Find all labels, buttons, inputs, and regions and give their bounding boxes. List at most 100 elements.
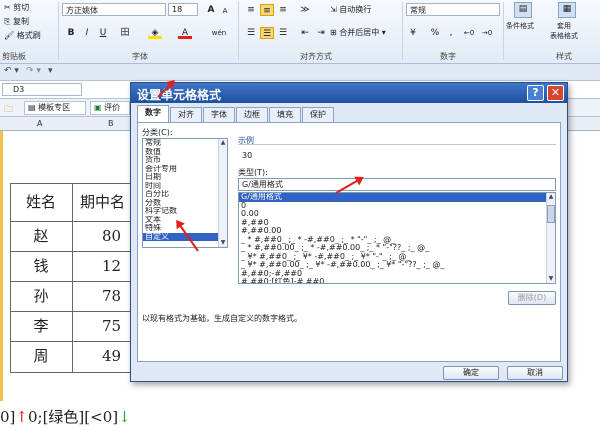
category-item[interactable]: 会计专用 bbox=[143, 165, 227, 174]
cut-button[interactable]: ✂ 剪切 bbox=[4, 2, 29, 13]
review-tab[interactable]: ▣ 评价 bbox=[90, 101, 130, 115]
align-top-icon[interactable]: ≡ bbox=[244, 4, 258, 16]
fill-color-icon[interactable]: ◈ bbox=[148, 27, 162, 39]
underline-icon[interactable]: U bbox=[96, 27, 110, 39]
merge-center-button[interactable]: ⊞ 合并后居中 ▾ bbox=[330, 27, 386, 38]
category-item[interactable]: 科学记数 bbox=[143, 207, 227, 216]
border-icon[interactable]: 田 bbox=[118, 27, 132, 39]
type-item[interactable]: 0.00 bbox=[239, 210, 555, 219]
decrease-indent-icon[interactable]: ⇤ bbox=[298, 27, 312, 39]
type-item[interactable]: _ ¥* #,##0.00_ ;_ ¥* -#,##0.00_ ;_ ¥* "-… bbox=[239, 261, 555, 270]
scroll-up-icon[interactable]: ▲ bbox=[219, 139, 227, 147]
type-item[interactable]: #,##0 bbox=[239, 219, 555, 228]
type-item[interactable]: _ * #,##0_ ;_ * -#,##0_ ;_ * "-"_ ;_ @_ bbox=[239, 236, 555, 245]
type-item[interactable]: #,##0.00 bbox=[239, 227, 555, 236]
category-scrollbar[interactable]: ▲ ▼ bbox=[218, 139, 227, 247]
score-cell[interactable]: 49 bbox=[74, 339, 130, 373]
score-cell[interactable]: 12 bbox=[74, 249, 130, 283]
name-box[interactable]: D3 bbox=[2, 83, 82, 96]
score-cell[interactable]: 75 bbox=[74, 309, 130, 343]
font-size-box[interactable]: 18 bbox=[168, 3, 198, 16]
ok-button[interactable]: 确定 bbox=[443, 366, 499, 380]
name-cell[interactable]: 钱 bbox=[10, 249, 72, 283]
name-cell[interactable]: 李 bbox=[10, 309, 72, 343]
phonetic-icon[interactable]: wén bbox=[208, 27, 230, 39]
description-text: 以现有格式为基础，生成自定义的数字格式。 bbox=[142, 314, 302, 323]
redo-icon[interactable]: ↷ ▾ bbox=[26, 66, 41, 76]
align-bottom-icon[interactable]: ≡ bbox=[276, 4, 290, 16]
cancel-button[interactable]: 取消 bbox=[507, 366, 563, 380]
type-scrollbar[interactable]: ▲ ▼ bbox=[546, 193, 555, 283]
format-painter-button[interactable]: 🖌 格式刷 bbox=[4, 30, 41, 41]
tab-alignment[interactable]: 对齐 bbox=[170, 107, 202, 122]
scroll-up-icon[interactable]: ▲ bbox=[547, 193, 555, 201]
tab-number[interactable]: 数字 bbox=[137, 105, 169, 122]
category-item[interactable]: 货币 bbox=[143, 156, 227, 165]
type-item[interactable]: _ * #,##0.00_ ;_ * -#,##0.00_ ;_ * "-"??… bbox=[239, 244, 555, 253]
italic-icon[interactable]: I bbox=[80, 27, 94, 39]
category-item[interactable]: 百分比 bbox=[143, 190, 227, 199]
font-shrink-icon[interactable]: A bbox=[218, 5, 232, 17]
header-midterm-cell[interactable]: 期中名 bbox=[74, 185, 130, 219]
down-arrow-icon: ↓ bbox=[118, 408, 131, 426]
separator bbox=[503, 2, 504, 60]
customize-icon[interactable]: ▾ bbox=[48, 66, 53, 76]
type-item[interactable]: G/通用格式 bbox=[239, 193, 555, 202]
type-item[interactable]: _ ¥* #,##0_ ;_ ¥* -#,##0_ ;_ ¥* "-"_ ;_ … bbox=[239, 253, 555, 262]
table-format-button[interactable]: 套用 表格格式 bbox=[550, 21, 578, 41]
comma-icon[interactable]: , bbox=[444, 27, 458, 39]
tab-font[interactable]: 字体 bbox=[203, 107, 235, 122]
type-list[interactable]: G/通用格式 0 0.00 #,##0 #,##0.00 _ * #,##0_ ;_ * … bbox=[238, 192, 556, 284]
align-right-icon[interactable]: ☰ bbox=[276, 27, 290, 39]
category-item[interactable]: 时间 bbox=[143, 182, 227, 191]
align-center-icon[interactable]: ☰ bbox=[260, 27, 274, 39]
category-item[interactable]: 日期 bbox=[143, 173, 227, 182]
copy-button[interactable]: ⎘ 复制 bbox=[4, 16, 29, 27]
currency-icon[interactable]: ¥ bbox=[406, 27, 420, 39]
type-item[interactable]: 0 bbox=[239, 202, 555, 211]
score-cell[interactable]: 78 bbox=[74, 279, 130, 313]
undo-icon[interactable]: ↶ ▾ bbox=[4, 66, 19, 76]
font-grow-icon[interactable]: A bbox=[204, 4, 218, 16]
font-color-icon[interactable]: A bbox=[178, 27, 192, 39]
help-button[interactable]: ? bbox=[527, 85, 544, 101]
tab-border[interactable]: 边框 bbox=[236, 107, 268, 122]
scroll-thumb[interactable] bbox=[547, 205, 555, 223]
category-item[interactable]: 数值 bbox=[143, 148, 227, 157]
increase-indent-icon[interactable]: ⇥ bbox=[314, 27, 328, 39]
close-button[interactable]: ✕ bbox=[547, 85, 564, 101]
delete-button[interactable]: 删除(D) bbox=[508, 291, 556, 305]
table-format-icon[interactable]: ▦ bbox=[558, 2, 576, 18]
name-cell[interactable]: 周 bbox=[10, 339, 72, 373]
scroll-down-icon[interactable]: ▼ bbox=[219, 239, 227, 247]
header-name-cell[interactable]: 姓名 bbox=[10, 185, 72, 219]
category-item[interactable]: 常规 bbox=[143, 139, 227, 148]
tab-fill[interactable]: 填充 bbox=[269, 107, 301, 122]
conditional-format-icon[interactable]: ▤ bbox=[514, 2, 532, 18]
name-cell[interactable]: 孙 bbox=[10, 279, 72, 313]
folder-icon[interactable]: 🗀 bbox=[4, 102, 13, 118]
column-header-a[interactable]: A bbox=[37, 119, 42, 128]
orientation-icon[interactable]: ≫ bbox=[298, 4, 312, 16]
category-label: 分类(C): bbox=[142, 128, 173, 137]
bold-icon[interactable]: B bbox=[64, 27, 78, 39]
conditional-format-button[interactable]: 条件格式 bbox=[506, 21, 534, 31]
scroll-down-icon[interactable]: ▼ bbox=[547, 275, 555, 283]
name-cell[interactable]: 赵 bbox=[10, 219, 72, 253]
percent-icon[interactable]: % bbox=[428, 27, 442, 39]
increase-decimal-icon[interactable]: ←0 bbox=[462, 27, 476, 39]
category-item[interactable]: 分数 bbox=[143, 199, 227, 208]
align-middle-icon[interactable]: ≡ bbox=[260, 4, 274, 16]
template-tab[interactable]: ▤ 模板专区 bbox=[24, 101, 86, 115]
wrap-text-button[interactable]: ⇲ 自动换行 bbox=[330, 4, 371, 15]
number-format-box[interactable]: 常规 bbox=[406, 3, 500, 16]
decrease-decimal-icon[interactable]: →0 bbox=[480, 27, 494, 39]
type-item[interactable]: #,##0;-#,##0 bbox=[239, 270, 555, 279]
align-left-icon[interactable]: ☰ bbox=[244, 27, 258, 39]
font-name-box[interactable]: 方正姚体 bbox=[62, 3, 166, 16]
score-cell[interactable]: 80 bbox=[74, 219, 130, 253]
type-input[interactable]: G/通用格式 bbox=[238, 178, 556, 191]
column-header-b[interactable]: B bbox=[108, 119, 114, 128]
tab-protection[interactable]: 保护 bbox=[302, 107, 334, 122]
type-item[interactable]: #,##0;[红色]-#,##0 bbox=[239, 278, 555, 283]
